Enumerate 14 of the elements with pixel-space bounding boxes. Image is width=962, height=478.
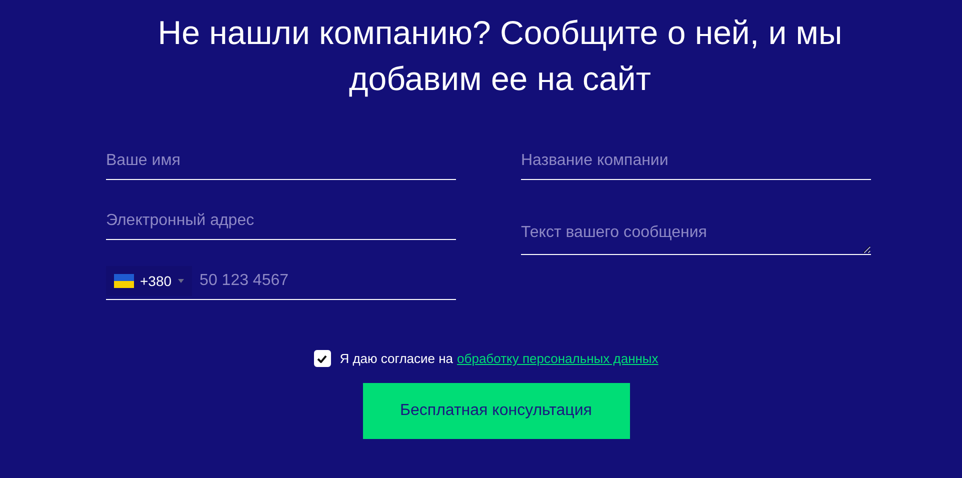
submit-button[interactable]: Бесплатная консультация — [362, 383, 630, 439]
check-icon — [317, 354, 328, 362]
caret-icon — [178, 278, 184, 282]
consent-label: Я даю согласие на — [340, 351, 454, 366]
consent-checkbox[interactable] — [314, 350, 331, 367]
form-title: Не нашли компанию? Сообщите о ней, и мы добавим ее на сайт — [156, 13, 844, 99]
message-field[interactable]: Текст вашего сообщения — [521, 202, 871, 255]
flag-icon — [114, 274, 134, 288]
input-field[interactable]: Электронный адрес — [106, 202, 456, 240]
input-field[interactable]: Название компании — [521, 142, 871, 180]
input-field[interactable]: Ваше имя — [106, 142, 456, 180]
country-selector[interactable]: +380 — [106, 266, 192, 296]
phone-field[interactable]: +380 50 123 4567 — [106, 262, 456, 300]
privacy-link[interactable]: обработку персональных данных — [457, 351, 658, 366]
